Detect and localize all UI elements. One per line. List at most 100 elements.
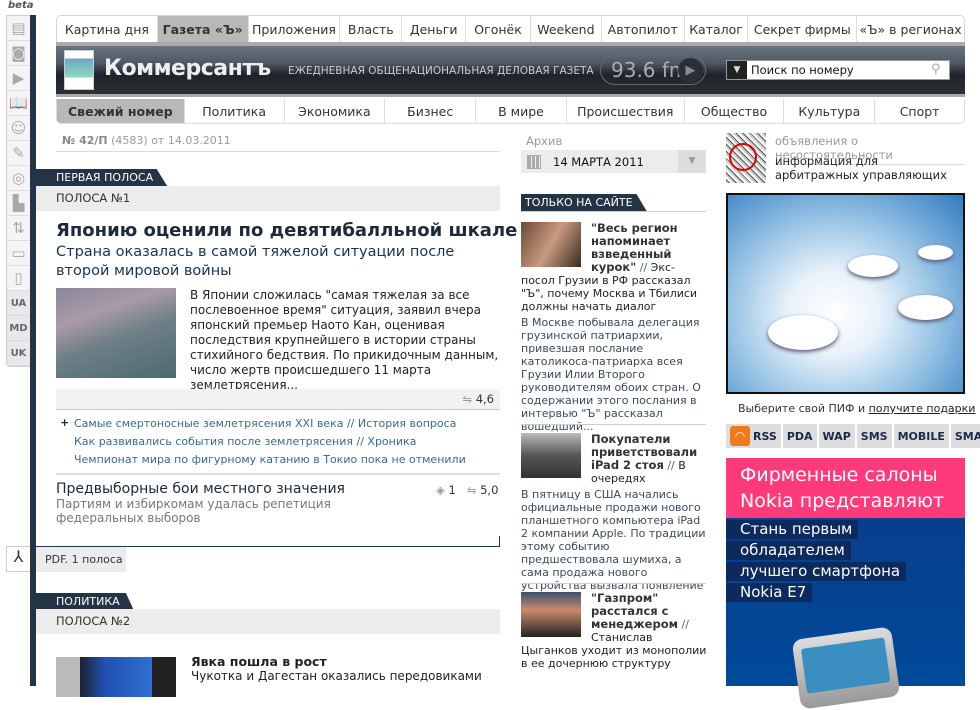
phone-image xyxy=(791,626,901,710)
play-icon[interactable]: ▶ xyxy=(678,58,703,83)
ad-caption-text: Выберите свой ПИФ и xyxy=(738,402,869,415)
article-photo[interactable] xyxy=(521,592,581,637)
lang-md[interactable]: MD xyxy=(7,316,30,341)
feed-smart[interactable]: SMART xyxy=(950,424,980,448)
section-label-only-site: ТОЛЬКО НА САЙТЕ xyxy=(521,194,647,211)
play-icon[interactable]: ▶ xyxy=(7,66,30,91)
article-photo[interactable] xyxy=(521,222,581,267)
comment-icon: ◈ xyxy=(436,483,445,497)
tab-dengi[interactable]: Деньги xyxy=(402,16,467,42)
nav-kultura[interactable]: Культура xyxy=(784,99,876,123)
divider xyxy=(521,211,706,212)
nav-ekonomika[interactable]: Экономика xyxy=(285,99,386,123)
related-link[interactable]: Самые смертоносные землетрясения XXI век… xyxy=(74,415,500,433)
divider xyxy=(56,151,500,152)
issue-info: № 42/П (4583) от 14.03.2011 xyxy=(62,134,231,147)
chevron-down-icon[interactable]: ▼ xyxy=(727,61,747,79)
radio-player[interactable]: 93.6 fm ▶ xyxy=(600,55,706,85)
feed-links: ◠RSS PDA WAP SMS MOBILE SMART xyxy=(726,424,980,448)
nokia-ad-line: Стань первым xyxy=(726,520,859,539)
tab-kartina-dnya[interactable]: Картина дня xyxy=(57,16,158,42)
tab-prilozheniya[interactable]: Приложения xyxy=(249,16,341,42)
second-subhead: Партиям и избиркомам удалась репетиция ф… xyxy=(56,497,331,525)
banner-ad-nokia[interactable]: Фирменные салоны Nokia представляют Стан… xyxy=(726,458,965,710)
nav-proisshestviya[interactable]: Происшествия xyxy=(567,99,685,123)
banner-ad-pif[interactable] xyxy=(726,193,965,394)
politics-photo[interactable] xyxy=(56,657,176,697)
page-icon[interactable]: ▤ xyxy=(7,16,30,41)
article-title[interactable]: "Газпром" расстался с менеджером xyxy=(591,591,678,631)
nokia-ad-line: обладателем xyxy=(726,541,851,560)
related-link[interactable]: Как развивались события после землетрясе… xyxy=(74,433,500,451)
page-band-1: ПОЛОСА №1 xyxy=(36,186,500,211)
feed-pda[interactable]: PDA xyxy=(782,424,817,448)
lead-photo[interactable] xyxy=(56,288,176,378)
plus-icon[interactable]: + xyxy=(60,414,69,432)
issue-date: от 14.03.2011 xyxy=(151,134,231,147)
feed-sms[interactable]: SMS xyxy=(856,424,892,448)
second-headline[interactable]: Предвыборные бои местного значения xyxy=(56,481,345,497)
tab-katalog[interactable]: Каталог xyxy=(685,16,749,42)
nav-v-mire[interactable]: В мире xyxy=(476,99,567,123)
pdf-link[interactable]: PDF. 1 полоса xyxy=(36,547,126,572)
tab-ogonek[interactable]: Огонёк xyxy=(466,16,531,42)
pencil-icon[interactable]: ✎ xyxy=(7,141,30,166)
second-meta: ◈ 1 ⇋ 5,0 xyxy=(436,483,498,497)
side-toolbar: ▤ ◙ ▶ 📖 ☺ ✎ ◎ ▙ ⇅ ▭ ▯ UA MD UK xyxy=(6,15,31,367)
section-nav: Свежий номер Политика Экономика Бизнес В… xyxy=(56,99,965,124)
pdf-icon[interactable]: ⅄ xyxy=(6,546,31,572)
folder-icon[interactable]: ▯ xyxy=(7,266,30,291)
user-icon[interactable]: ☺ xyxy=(7,116,30,141)
feed-mobile[interactable]: MOBILE xyxy=(893,424,949,448)
section-label-first: ПЕРВАЯ ПОЛОСА xyxy=(36,169,168,186)
tab-vlast[interactable]: Власть xyxy=(340,16,403,42)
archive-date: 14 МАРТА 2011 xyxy=(553,154,644,169)
newspaper-cover-thumbnail[interactable] xyxy=(64,50,94,90)
issue-number: № 42/П xyxy=(62,134,108,147)
comment-icon[interactable]: ▭ xyxy=(7,241,30,266)
politics-headline[interactable]: Явка пошла в рост xyxy=(191,654,327,669)
lang-uk[interactable]: UK xyxy=(7,341,30,366)
book-icon[interactable]: 📖 xyxy=(7,91,30,116)
tab-regions[interactable]: «Ъ» в регионах xyxy=(857,16,964,42)
site-logo[interactable]: Коммерсантъ xyxy=(104,56,271,81)
feed-wap[interactable]: WAP xyxy=(818,424,855,448)
site-article: Покупатели приветствовали iPad 2 стоя //… xyxy=(521,433,707,605)
related-link[interactable]: Чемпионат мира по фигурному катанию в То… xyxy=(74,451,500,469)
site-header: Коммерсантъ ЕЖЕДНЕВНАЯ ОБЩЕНАЦИОНАЛЬНАЯ … xyxy=(56,42,965,97)
issue-code: (4583) xyxy=(111,134,148,147)
chevron-down-icon[interactable]: ▼ xyxy=(678,150,706,173)
radio-frequency: 93.6 fm xyxy=(611,58,689,82)
search-icon[interactable]: ⚲ xyxy=(931,61,949,79)
rating-bar: ⇋ 4,6 xyxy=(56,389,500,410)
tab-gazeta[interactable]: Газета «Ъ» xyxy=(157,16,249,42)
arrows-icon[interactable]: ⇅ xyxy=(7,216,30,241)
tab-weekend[interactable]: Weekend xyxy=(531,16,602,42)
nav-svezhiy-nomer[interactable]: Свежий номер xyxy=(57,99,185,123)
feed-rss[interactable]: ◠ RSS xyxy=(726,424,781,448)
rating-value: 4,6 xyxy=(475,392,494,406)
top-tabs: Картина дня Газета «Ъ» Приложения Власть… xyxy=(56,15,965,42)
article-photo[interactable] xyxy=(521,433,581,478)
camera-icon[interactable]: ◙ xyxy=(7,41,30,66)
left-accent-bar xyxy=(30,15,36,686)
nav-sport[interactable]: Спорт xyxy=(875,99,964,123)
document-icon[interactable]: ▙ xyxy=(7,191,30,216)
nav-biznes[interactable]: Бизнес xyxy=(385,99,477,123)
tab-avtopilot[interactable]: Автопилот xyxy=(602,16,685,42)
issue-search: ▼ Поиск по номеру ⚲ xyxy=(726,60,950,80)
archive-date-picker[interactable]: 14 МАРТА 2011 ▼ xyxy=(521,150,706,173)
nokia-ad-line: лучшего смартфона xyxy=(726,562,907,581)
insolvency-image[interactable] xyxy=(726,133,766,183)
lead-subhead: Страна оказалась в самой тяжелой ситуаци… xyxy=(56,244,455,279)
nav-obshchestvo[interactable]: Общество xyxy=(685,99,785,123)
ad-caption-link[interactable]: получите подарки xyxy=(869,402,976,415)
search-input[interactable]: Поиск по номеру xyxy=(747,61,931,79)
insolvency-text[interactable]: информация для арбитражных управляющих xyxy=(775,154,965,182)
lang-ua[interactable]: UA xyxy=(7,291,30,316)
lead-headline[interactable]: Японию оценили по девятибалльной шкале xyxy=(56,220,517,241)
nokia-ad-title: Фирменные салоны Nokia представляют xyxy=(726,458,965,518)
target-icon[interactable]: ◎ xyxy=(7,166,30,191)
tab-sekret-firmy[interactable]: Секрет фирмы xyxy=(748,16,858,42)
nav-politika[interactable]: Политика xyxy=(185,99,285,123)
